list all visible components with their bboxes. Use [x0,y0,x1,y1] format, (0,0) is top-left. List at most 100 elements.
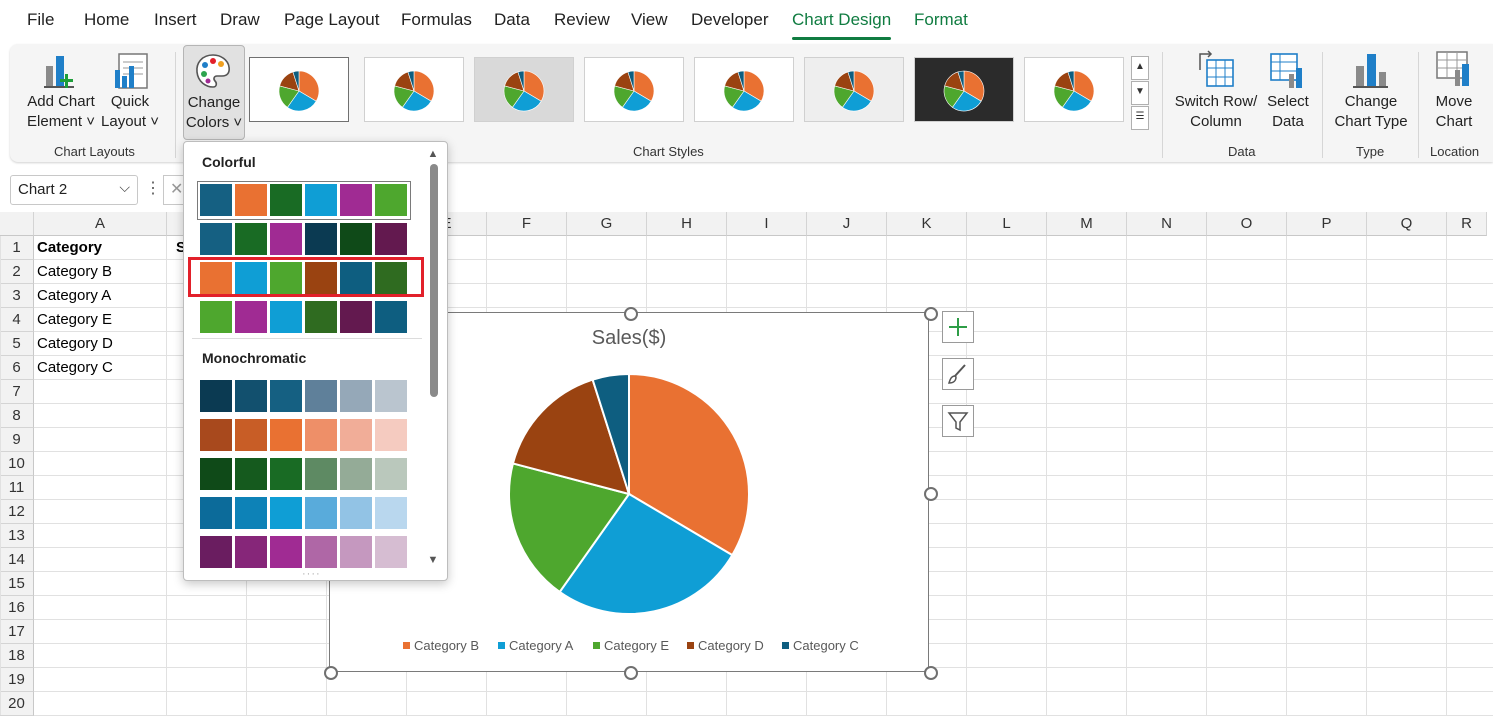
chart-style-thumbnail[interactable] [694,57,794,122]
tab-developer[interactable]: Developer [691,10,769,30]
column-header-r[interactable]: R [1447,212,1487,236]
tab-insert[interactable]: Insert [154,10,197,30]
row-header-13[interactable]: 13 [0,524,34,548]
cell-a4[interactable]: Category E [37,308,112,332]
monochromatic-palette-5[interactable] [200,536,408,569]
chevron-down-icon[interactable]: ⌵ [119,179,130,196]
tab-page-layout[interactable]: Page Layout [284,10,379,30]
column-header-l[interactable]: L [967,212,1047,236]
gallery-scroll-up-button[interactable]: ▲ [1131,56,1149,80]
column-header-j[interactable]: J [807,212,887,236]
monochromatic-palette-4[interactable] [200,497,408,530]
resize-handle[interactable] [924,666,938,680]
chart-style-thumbnail[interactable] [804,57,904,122]
tab-chart-design[interactable]: Chart Design [792,10,891,30]
move-chart-button[interactable]: Move Chart [1426,92,1482,132]
monochromatic-palette-3[interactable] [200,458,408,491]
cancel-entry-icon[interactable]: ✕ [170,179,183,199]
legend-entry-category-e[interactable]: Category E [593,638,669,653]
tab-home[interactable]: Home [84,10,129,30]
scroll-up-arrow-icon[interactable]: ▲ [427,148,439,160]
chart-style-thumbnail[interactable] [584,57,684,122]
row-header-14[interactable]: 14 [0,548,34,572]
column-header-f[interactable]: F [487,212,567,236]
cell-a6[interactable]: Category C [37,356,113,380]
column-header-q[interactable]: Q [1367,212,1447,236]
row-header-20[interactable]: 20 [0,692,34,716]
row-header-2[interactable]: 2 [0,260,34,284]
tab-format[interactable]: Format [914,10,968,30]
cell-a2[interactable]: Category B [37,260,112,284]
chart-filters-button[interactable] [942,405,974,437]
scroll-down-arrow-icon[interactable]: ▼ [427,554,439,566]
row-header-9[interactable]: 9 [0,428,34,452]
row-header-1[interactable]: 1 [0,236,34,260]
row-header-5[interactable]: 5 [0,332,34,356]
resize-handle[interactable] [624,666,638,680]
row-header-6[interactable]: 6 [0,356,34,380]
cell-a5[interactable]: Category D [37,332,113,356]
column-header-m[interactable]: M [1047,212,1127,236]
tab-file[interactable]: File [27,10,54,30]
row-header-7[interactable]: 7 [0,380,34,404]
tab-review[interactable]: Review [554,10,610,30]
monochromatic-palette-1[interactable] [200,380,408,413]
column-header-i[interactable]: I [727,212,807,236]
chart-style-thumbnail[interactable] [364,57,464,122]
chart-style-thumbnail[interactable] [249,57,349,122]
chart-style-thumbnail[interactable] [1024,57,1124,122]
row-header-3[interactable]: 3 [0,284,34,308]
row-header-17[interactable]: 17 [0,620,34,644]
row-header-4[interactable]: 4 [0,308,34,332]
column-header-p[interactable]: P [1287,212,1367,236]
change-chart-type-button[interactable]: Change Chart Type [1326,92,1416,132]
column-header-n[interactable]: N [1127,212,1207,236]
tab-data[interactable]: Data [494,10,530,30]
legend-entry-category-a[interactable]: Category A [498,638,573,653]
dropdown-scrollbar[interactable]: ▲ ▼ [427,148,439,572]
change-colors-button[interactable]: Change Colors ˅ [183,45,245,140]
row-header-11[interactable]: 11 [0,476,34,500]
move-chart-icon[interactable] [1435,50,1473,90]
select-all-corner[interactable] [0,212,34,236]
select-data-button[interactable]: Select Data [1262,92,1314,132]
legend-entry-category-c[interactable]: Category C [782,638,859,653]
gallery-scroll-down-button[interactable]: ▼ [1131,81,1149,105]
scrollbar-thumb[interactable] [430,164,438,397]
switch-row-column-icon[interactable] [1197,50,1235,90]
quick-layout-button[interactable]: Quick Layout ˅ [98,92,162,132]
add-chart-element-button[interactable]: Add Chart Element ˅ [26,92,96,132]
column-header-a[interactable]: A [34,212,167,236]
row-header-10[interactable]: 10 [0,452,34,476]
column-header-g[interactable]: G [567,212,647,236]
column-header-o[interactable]: O [1207,212,1287,236]
tab-draw[interactable]: Draw [220,10,260,30]
row-header-15[interactable]: 15 [0,572,34,596]
row-header-16[interactable]: 16 [0,596,34,620]
resize-handle[interactable] [924,487,938,501]
more-options-icon[interactable]: ⋮ [145,178,161,198]
resize-handle[interactable] [324,666,338,680]
legend-entry-category-d[interactable]: Category D [687,638,764,653]
gallery-more-button[interactable]: ☰ [1131,106,1149,130]
colorful-palette-1[interactable] [197,181,411,220]
quick-layout-icon[interactable] [113,52,149,92]
cell-a1[interactable]: Category [37,236,102,260]
add-chart-element-icon[interactable] [43,50,79,92]
row-header-12[interactable]: 12 [0,500,34,524]
monochromatic-palette-2[interactable] [200,419,408,452]
tab-formulas[interactable]: Formulas [401,10,472,30]
change-chart-type-icon[interactable] [1352,50,1390,90]
chart-styles-button[interactable] [942,358,974,390]
chart-style-thumbnail[interactable] [914,57,1014,122]
tab-view[interactable]: View [631,10,668,30]
colorful-palette-2[interactable] [200,223,408,256]
resize-grip-icon[interactable]: ···· [302,568,321,580]
chart-style-thumbnail[interactable] [474,57,574,122]
resize-handle[interactable] [624,307,638,321]
select-data-icon[interactable] [1269,52,1307,90]
colorful-palette-4[interactable] [200,301,408,334]
name-box[interactable]: Chart 2 ⌵ [10,175,138,205]
resize-handle[interactable] [924,307,938,321]
column-header-h[interactable]: H [647,212,727,236]
